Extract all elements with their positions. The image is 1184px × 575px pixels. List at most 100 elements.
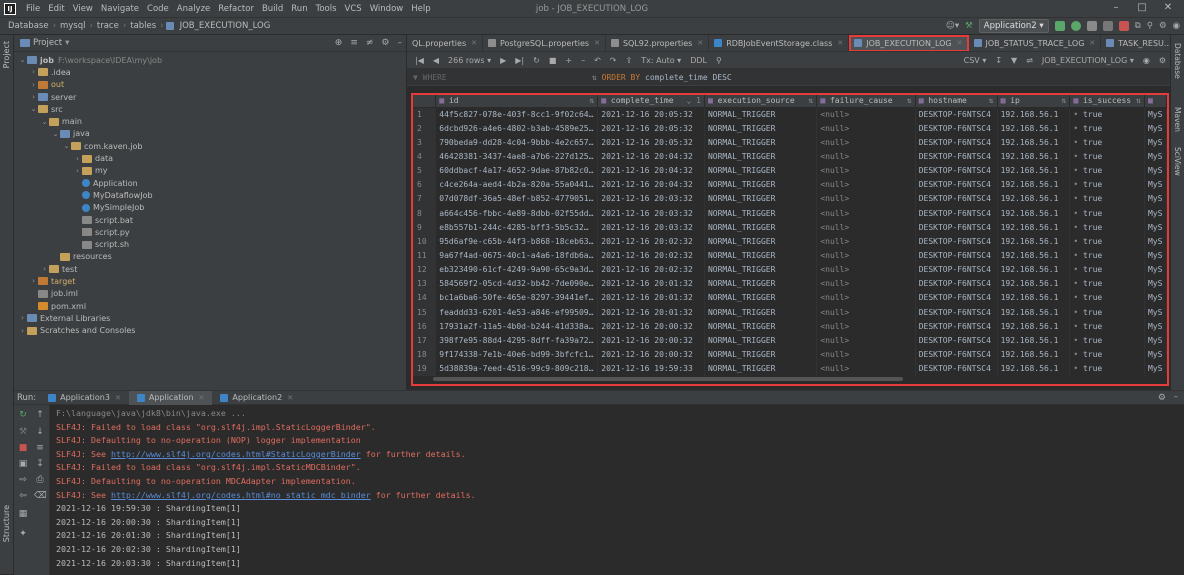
sort-icon[interactable]: ⌄ 1 (687, 96, 701, 105)
table-cell[interactable]: DESKTOP-F6NTSC4 (915, 163, 998, 178)
table-cell[interactable]: DESKTOP-F6NTSC4 (915, 361, 998, 376)
table-cell[interactable]: 2021-12-16 20:04:32 (597, 177, 705, 192)
table-cell[interactable]: NORMAL_TRIGGER (704, 276, 818, 291)
compare-icon[interactable]: ⇌ (1026, 56, 1033, 65)
sort-icon[interactable]: ⇅ (907, 96, 912, 105)
profile-icon[interactable] (1102, 21, 1113, 31)
table-cell[interactable]: NORMAL_TRIGGER (704, 347, 818, 362)
table-cell[interactable]: MyS (1144, 121, 1167, 136)
table-cell[interactable]: MyS (1144, 290, 1167, 305)
close-tab-icon[interactable]: ✕ (697, 39, 703, 47)
table-cell[interactable]: a664c456-fbbc-4e89-8dbb-02f55dd… (435, 205, 599, 221)
first-page-icon[interactable]: |◀ (415, 56, 424, 65)
rows-count-selector[interactable]: 266 rows ▾ (448, 56, 491, 65)
tree-item[interactable]: script.bat (14, 214, 406, 226)
table-cell[interactable]: DESKTOP-F6NTSC4 (915, 234, 998, 249)
table-cell[interactable]: • true (1069, 347, 1145, 362)
table-cell[interactable]: NORMAL_TRIGGER (704, 304, 818, 320)
chevron-right-icon[interactable]: › (29, 277, 38, 285)
console-output[interactable]: F:\language\java\jdk8\bin\java.exe ... SL… (56, 407, 1176, 570)
chevron-right-icon[interactable]: › (73, 167, 82, 175)
table-cell[interactable]: NORMAL_TRIGGER (704, 234, 818, 249)
table-cell[interactable]: DESKTOP-F6NTSC4 (915, 177, 998, 192)
chevron-right-icon[interactable]: › (29, 81, 38, 89)
run-tab[interactable]: Application ✕ (128, 390, 213, 405)
table-cell[interactable]: c4ce264a-aed4-4b2a-820a-55a0441… (435, 177, 599, 192)
table-cell[interactable]: <null> (816, 234, 916, 249)
table-cell[interactable]: MyS (1144, 304, 1167, 320)
menu-file[interactable]: File (22, 4, 44, 14)
table-cell[interactable]: MyS (1144, 163, 1167, 178)
structure-tool-tab[interactable]: Structure (2, 505, 11, 542)
table-cell[interactable]: 192.168.56.1 (997, 290, 1071, 305)
table-row[interactable]: 10 95d6af9e-c65b-44f3-b868-18ceb63… 2021-1… (413, 234, 1167, 249)
tree-item[interactable]: pom.xml (14, 300, 406, 312)
maven-tool-tab[interactable]: Maven (1173, 107, 1182, 132)
table-cell[interactable]: • true (1069, 163, 1145, 178)
tree-item[interactable]: Application (14, 177, 406, 189)
add-row-icon[interactable]: + (565, 56, 572, 65)
table-cell[interactable]: <null> (816, 248, 916, 263)
table-cell[interactable]: 2021-12-16 20:02:32 (597, 248, 705, 263)
table-cell[interactable]: NORMAL_TRIGGER (704, 290, 818, 305)
tool-icon[interactable]: ⚒ (17, 427, 29, 437)
table-row[interactable]: 8 a664c456-fbbc-4e89-8dbb-02f55dd… 2021-12… (413, 205, 1167, 221)
table-cell[interactable]: 192.168.56.1 (997, 248, 1071, 263)
table-cell[interactable]: <null> (816, 135, 916, 150)
sort-icon[interactable]: ⇅ (1136, 96, 1141, 105)
table-cell[interactable]: 192.168.56.1 (997, 121, 1071, 136)
tree-item[interactable]: › server (14, 91, 406, 103)
table-cell[interactable]: 2021-12-16 19:59:33 (597, 361, 705, 376)
table-cell[interactable]: <null> (816, 304, 916, 320)
table-cell[interactable]: e8b557b1-244c-4285-bff3-5b5c32… (435, 220, 599, 235)
order-by-input[interactable]: ⇅ ORDER BY complete_time DESC (592, 73, 732, 82)
close-tab-icon[interactable]: ✕ (837, 39, 843, 47)
breadcrumb-item[interactable]: Database (6, 21, 51, 31)
table-cell[interactable]: <null> (816, 107, 916, 122)
close-tab-icon[interactable]: ✕ (471, 39, 477, 47)
table-cell[interactable]: DESKTOP-F6NTSC4 (915, 149, 998, 164)
submit-icon[interactable]: ↷ (610, 56, 617, 65)
stop-query-icon[interactable]: ■ (549, 56, 557, 65)
table-row[interactable]: 14 bc1a6ba6-50fe-465e-8297-39441ef… 2021-1… (413, 290, 1167, 305)
table-cell[interactable]: NORMAL_TRIGGER (704, 135, 818, 150)
table-cell[interactable]: • true (1069, 361, 1145, 376)
run-config-selector[interactable]: Application2 ▾ (978, 19, 1049, 33)
tree-item[interactable]: resources (14, 251, 406, 263)
table-cell[interactable]: NORMAL_TRIGGER (704, 262, 818, 277)
chevron-down-icon[interactable]: ⌄ (51, 130, 60, 138)
table-cell[interactable]: NORMAL_TRIGGER (704, 205, 818, 221)
table-cell[interactable]: NORMAL_TRIGGER (704, 333, 818, 348)
column-header[interactable]: ▦ execution_source ⇅ (704, 95, 818, 108)
sciview-tool-tab[interactable]: SciView (1173, 147, 1182, 176)
tree-item[interactable]: › test (14, 263, 406, 275)
breadcrumb-item[interactable]: trace (95, 21, 121, 31)
table-cell[interactable]: 2021-12-16 20:00:32 (597, 347, 705, 362)
column-header[interactable]: ▦ complete_time ⌄ 1 (597, 95, 705, 108)
table-cell[interactable]: 5d38839a-7eed-4516-99c9-809c218… (435, 361, 599, 376)
settings-sync-icon[interactable]: ⧉ (1135, 21, 1141, 31)
revert-icon[interactable]: ↶ (594, 56, 601, 65)
table-cell[interactable]: <null> (816, 347, 916, 362)
table-cell[interactable]: 192.168.56.1 (997, 163, 1071, 178)
table-cell[interactable]: 192.168.56.1 (997, 262, 1071, 277)
search-icon[interactable]: ⚲ (716, 56, 722, 65)
table-cell[interactable]: 9f174338-7e1b-40e6-bd99-3bfcfc1… (435, 347, 599, 362)
table-row[interactable]: 3 790beda9-dd28-4c04-9bbb-4e2c657… 2021-12… (413, 135, 1167, 150)
table-row[interactable]: 2 6dcbd926-a4e6-4802-b3ab-4589e25… 2021-12… (413, 121, 1167, 136)
table-cell[interactable]: DESKTOP-F6NTSC4 (915, 290, 998, 305)
table-row[interactable]: 17 398f7e95-88d4-4295-8dff-fa39a72… 2021-1… (413, 333, 1167, 348)
collapse-all-icon[interactable]: ≠ (366, 38, 374, 48)
table-cell[interactable]: 2021-12-16 20:05:32 (597, 135, 705, 150)
table-cell[interactable]: DESKTOP-F6NTSC4 (915, 121, 998, 136)
table-cell[interactable]: • true (1069, 248, 1145, 263)
table-cell[interactable]: MyS (1144, 262, 1167, 277)
table-cell[interactable]: DESKTOP-F6NTSC4 (915, 191, 998, 206)
camera-icon[interactable]: ▣ (17, 459, 29, 469)
table-cell[interactable]: 192.168.56.1 (997, 234, 1071, 249)
login-icon[interactable]: ⇨ (17, 475, 29, 485)
chevron-right-icon[interactable]: › (29, 68, 38, 76)
table-cell[interactable]: NORMAL_TRIGGER (704, 220, 818, 235)
table-cell[interactable]: 192.168.56.1 (997, 319, 1071, 334)
run-settings-icon[interactable]: ⚙ (1158, 393, 1166, 403)
